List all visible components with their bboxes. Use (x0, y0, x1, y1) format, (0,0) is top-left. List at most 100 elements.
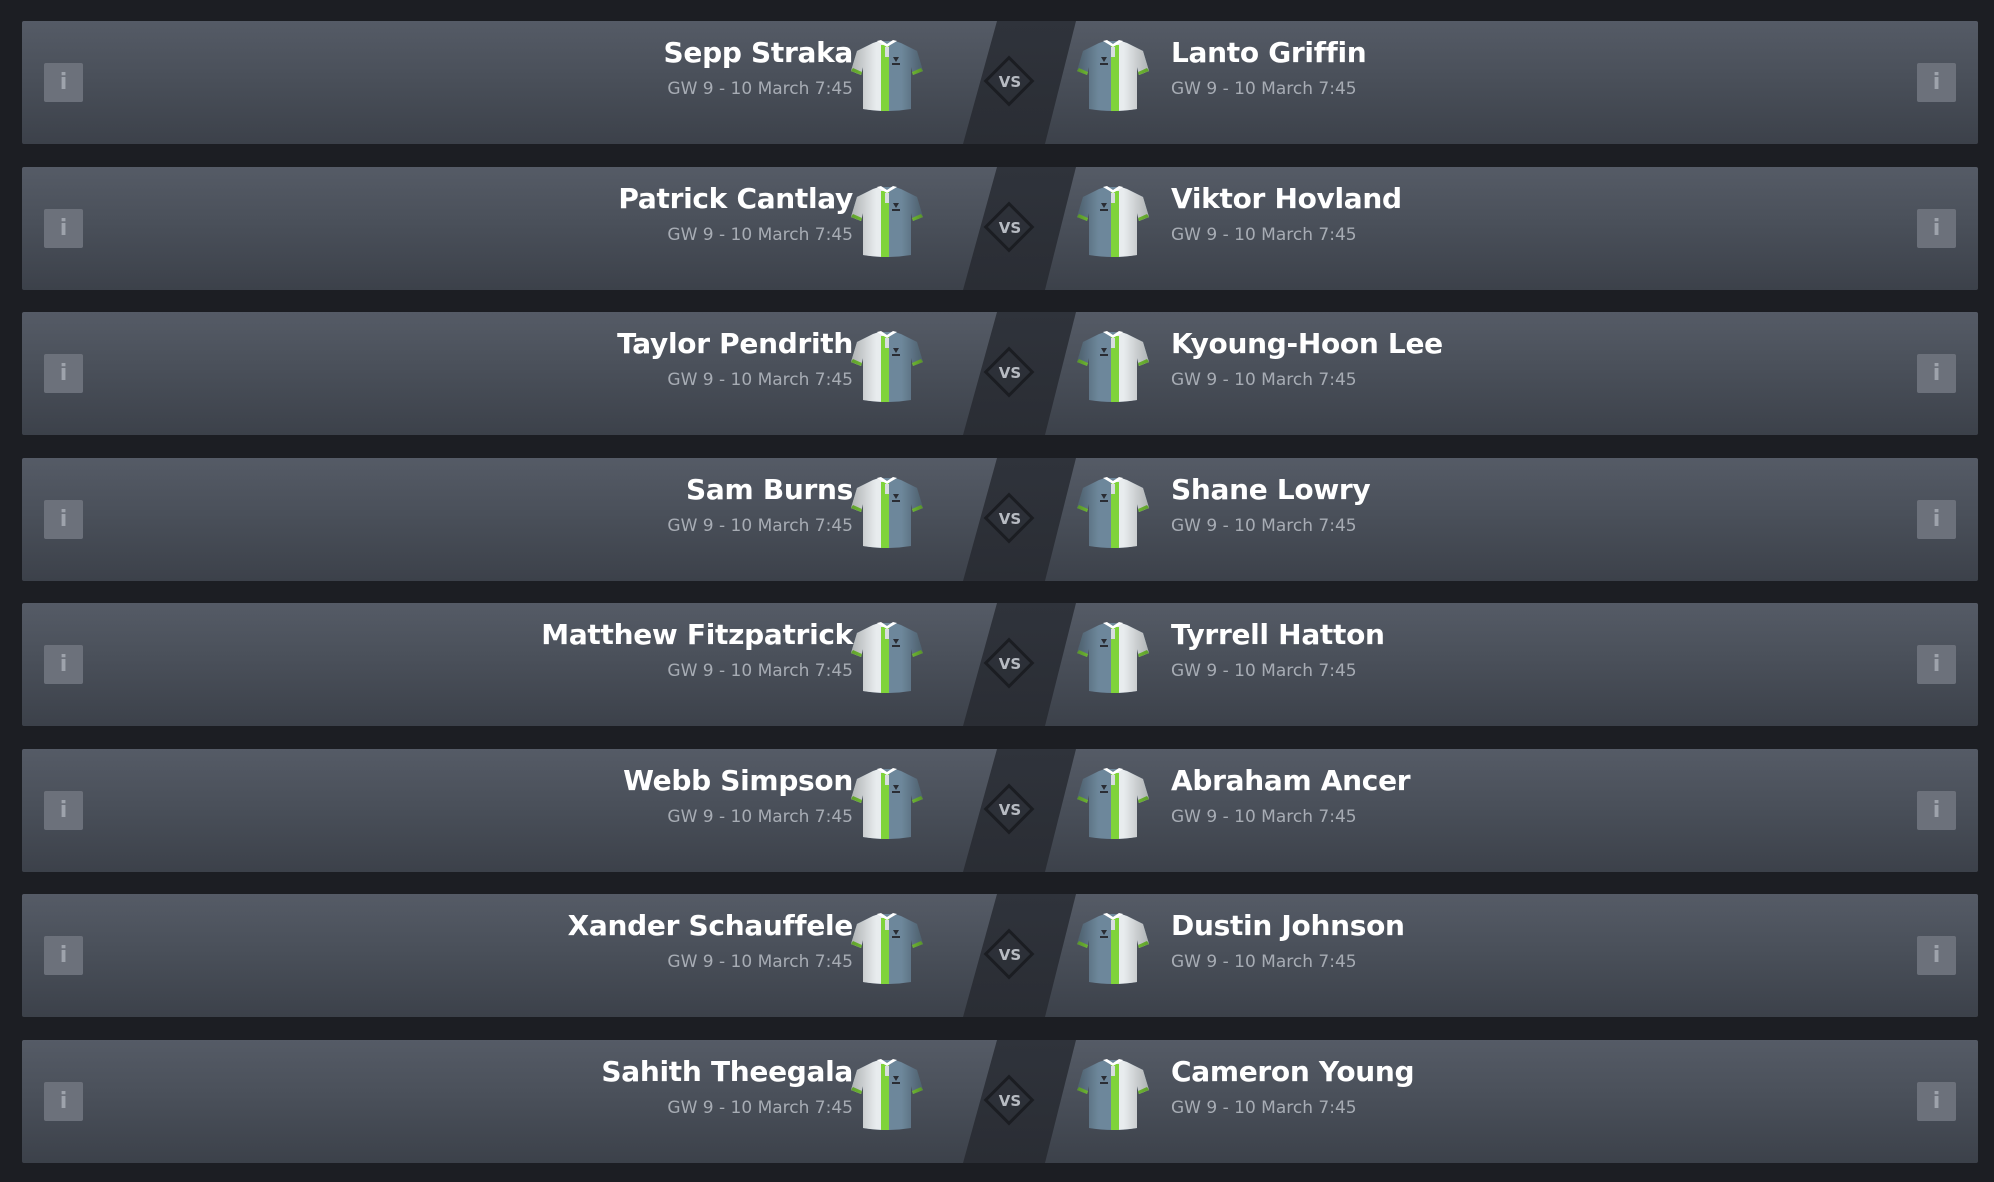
info-icon: i (59, 507, 68, 532)
fixture-row[interactable]: i Xander Schauffele GW 9 - 10 March 7:45… (22, 894, 1978, 1017)
fixture-row[interactable]: i Patrick Cantlay GW 9 - 10 March 7:45 V… (22, 167, 1978, 290)
fixture-list: i Sepp Straka GW 9 - 10 March 7:45 VS La… (0, 0, 1994, 1182)
player-name-home[interactable]: Taylor Pendrith (617, 324, 853, 364)
jersey-icon (1075, 37, 1151, 113)
jersey-icon (1075, 765, 1151, 841)
info-button-away[interactable]: i (1917, 63, 1956, 102)
jersey-icon (1075, 328, 1151, 404)
jersey-icon (1075, 474, 1151, 550)
fixture-info-away: GW 9 - 10 March 7:45 (1171, 225, 1357, 245)
info-button-home[interactable]: i (44, 645, 83, 684)
info-icon: i (59, 943, 68, 968)
player-name-home[interactable]: Xander Schauffele (568, 906, 854, 946)
vs-label: VS (998, 73, 1022, 91)
fixture-row[interactable]: i Webb Simpson GW 9 - 10 March 7:45 VS A… (22, 749, 1978, 872)
info-icon: i (1932, 361, 1941, 386)
vs-label: VS (998, 364, 1022, 382)
info-button-away[interactable]: i (1917, 209, 1956, 248)
jersey-icon (849, 619, 925, 695)
jersey-icon (849, 1056, 925, 1132)
player-name-home[interactable]: Sepp Straka (664, 33, 854, 73)
vs-diamond-icon: VS (983, 1074, 1037, 1128)
vs-diamond-icon: VS (983, 928, 1037, 982)
player-name-away[interactable]: Lanto Griffin (1171, 33, 1367, 73)
info-icon: i (1932, 943, 1941, 968)
jersey-icon (1075, 1056, 1151, 1132)
fixture-info-away: GW 9 - 10 March 7:45 (1171, 807, 1357, 827)
info-button-home[interactable]: i (44, 791, 83, 830)
info-button-home[interactable]: i (44, 1082, 83, 1121)
info-icon: i (59, 361, 68, 386)
player-name-home[interactable]: Webb Simpson (623, 761, 853, 801)
player-name-home[interactable]: Sahith Theegala (601, 1052, 853, 1092)
fixture-row[interactable]: i Sahith Theegala GW 9 - 10 March 7:45 V… (22, 1040, 1978, 1163)
info-button-home[interactable]: i (44, 500, 83, 539)
info-button-home[interactable]: i (44, 209, 83, 248)
fixture-info-home: GW 9 - 10 March 7:45 (667, 1098, 853, 1118)
fixture-info-home: GW 9 - 10 March 7:45 (667, 370, 853, 390)
player-name-away[interactable]: Abraham Ancer (1171, 761, 1411, 801)
vs-diamond-icon: VS (983, 783, 1037, 837)
player-name-home[interactable]: Patrick Cantlay (618, 179, 853, 219)
fixture-info-home: GW 9 - 10 March 7:45 (667, 79, 853, 99)
vs-label: VS (998, 219, 1022, 237)
jersey-icon (849, 183, 925, 259)
vs-label: VS (998, 510, 1022, 528)
info-button-home[interactable]: i (44, 63, 83, 102)
fixture-info-home: GW 9 - 10 March 7:45 (667, 807, 853, 827)
player-name-home[interactable]: Matthew Fitzpatrick (541, 615, 853, 655)
fixture-info-away: GW 9 - 10 March 7:45 (1171, 952, 1357, 972)
vs-diamond-icon: VS (983, 637, 1037, 691)
info-icon: i (1932, 798, 1941, 823)
jersey-icon (1075, 910, 1151, 986)
info-icon: i (59, 1089, 68, 1114)
player-name-away[interactable]: Kyoung-Hoon Lee (1171, 324, 1443, 364)
info-icon: i (1932, 507, 1941, 532)
vs-diamond-icon: VS (983, 55, 1037, 109)
info-button-home[interactable]: i (44, 936, 83, 975)
info-button-away[interactable]: i (1917, 1082, 1956, 1121)
player-name-away[interactable]: Tyrrell Hatton (1171, 615, 1385, 655)
vs-diamond-icon: VS (983, 492, 1037, 546)
fixture-info-home: GW 9 - 10 March 7:45 (667, 225, 853, 245)
jersey-icon (1075, 619, 1151, 695)
player-name-away[interactable]: Viktor Hovland (1171, 179, 1402, 219)
fixture-info-home: GW 9 - 10 March 7:45 (667, 661, 853, 681)
fixture-info-away: GW 9 - 10 March 7:45 (1171, 661, 1357, 681)
jersey-icon (849, 328, 925, 404)
jersey-icon (1075, 183, 1151, 259)
info-button-away[interactable]: i (1917, 936, 1956, 975)
info-button-away[interactable]: i (1917, 500, 1956, 539)
info-icon: i (59, 798, 68, 823)
fixture-info-away: GW 9 - 10 March 7:45 (1171, 516, 1357, 536)
fixture-row[interactable]: i Sam Burns GW 9 - 10 March 7:45 VS Shan… (22, 458, 1978, 581)
info-button-away[interactable]: i (1917, 354, 1956, 393)
fixture-info-away: GW 9 - 10 March 7:45 (1171, 370, 1357, 390)
player-name-away[interactable]: Dustin Johnson (1171, 906, 1405, 946)
jersey-icon (849, 910, 925, 986)
player-name-home[interactable]: Sam Burns (686, 470, 853, 510)
vs-diamond-icon: VS (983, 201, 1037, 255)
fixture-info-home: GW 9 - 10 March 7:45 (667, 516, 853, 536)
info-button-away[interactable]: i (1917, 791, 1956, 830)
info-button-home[interactable]: i (44, 354, 83, 393)
vs-label: VS (998, 1092, 1022, 1110)
info-icon: i (1932, 652, 1941, 677)
fixture-row[interactable]: i Sepp Straka GW 9 - 10 March 7:45 VS La… (22, 21, 1978, 144)
fixture-info-away: GW 9 - 10 March 7:45 (1171, 1098, 1357, 1118)
info-icon: i (59, 70, 68, 95)
info-icon: i (1932, 216, 1941, 241)
jersey-icon (849, 37, 925, 113)
jersey-icon (849, 765, 925, 841)
fixture-row[interactable]: i Taylor Pendrith GW 9 - 10 March 7:45 V… (22, 312, 1978, 435)
vs-label: VS (998, 946, 1022, 964)
vs-diamond-icon: VS (983, 346, 1037, 400)
player-name-away[interactable]: Shane Lowry (1171, 470, 1371, 510)
vs-label: VS (998, 655, 1022, 673)
info-button-away[interactable]: i (1917, 645, 1956, 684)
info-icon: i (1932, 70, 1941, 95)
fixture-row[interactable]: i Matthew Fitzpatrick GW 9 - 10 March 7:… (22, 603, 1978, 726)
vs-label: VS (998, 801, 1022, 819)
player-name-away[interactable]: Cameron Young (1171, 1052, 1415, 1092)
info-icon: i (59, 216, 68, 241)
